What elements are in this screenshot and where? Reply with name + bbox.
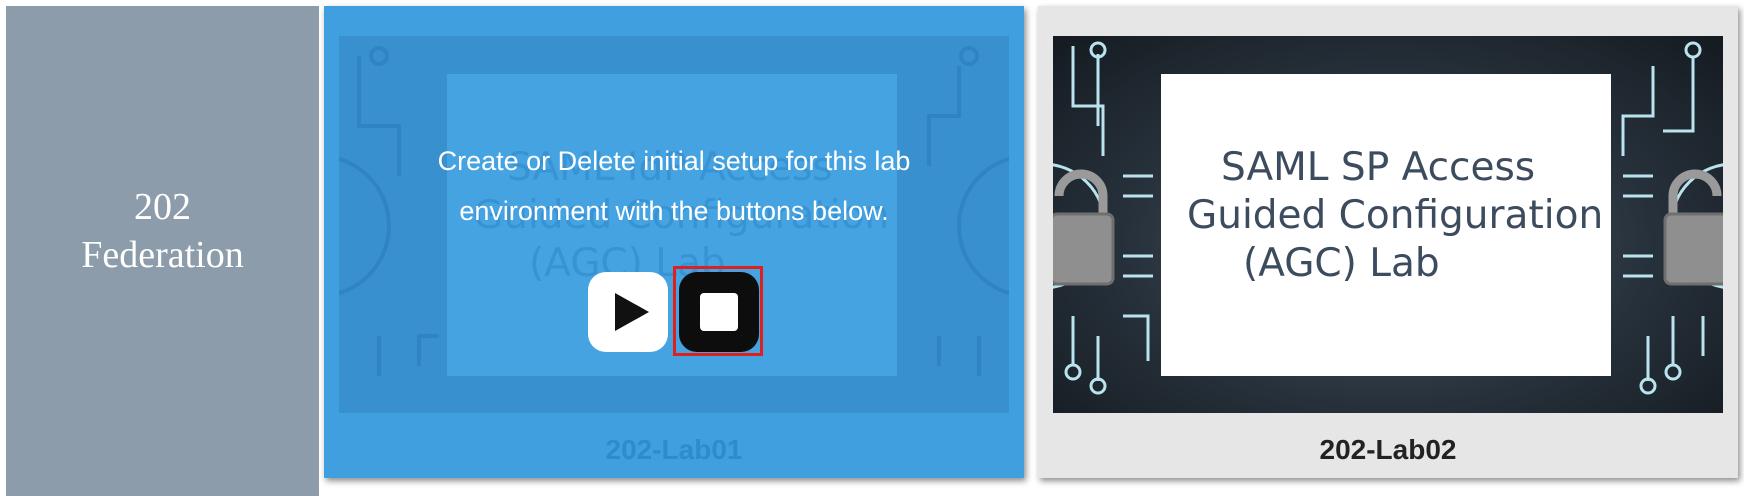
category-tile: 202 Federation — [6, 6, 319, 496]
lab-slide: SAML SP Access Guided Configuration (AGC… — [1161, 74, 1611, 376]
stop-icon — [700, 293, 738, 331]
slide-title-line3: (AGC) Lab — [1243, 241, 1440, 286]
slide-title-line2: Guided Configuration — [1187, 193, 1604, 238]
lab-card-202-lab01[interactable]: SAML IdP Access Guided Configuration (AG… — [324, 6, 1024, 478]
overlay-message-line2: environment with the buttons below. — [459, 196, 889, 226]
lab-card-202-lab02[interactable]: SAML SP Access Guided Configuration (AGC… — [1038, 6, 1738, 478]
category-number: 202 — [133, 186, 191, 228]
lab-label: 202-Lab01 — [605, 434, 743, 465]
slide-title-line1: SAML SP Access — [1221, 145, 1536, 190]
delete-setup-button[interactable] — [679, 272, 759, 352]
lab-label: 202-Lab02 — [1319, 434, 1457, 465]
slide-title-line3: (AGC) Lab — [529, 241, 726, 286]
create-setup-button[interactable] — [588, 272, 668, 352]
slide-title: SAML SP Access Guided Configuration (AGC… — [1161, 144, 1611, 288]
category-title: 202 Federation — [81, 183, 244, 279]
overlay-message-line1: Create or Delete initial setup for this … — [437, 146, 911, 176]
category-name: Federation — [81, 234, 244, 276]
lab-thumbnail: SAML SP Access Guided Configuration (AGC… — [1053, 36, 1723, 413]
play-icon — [615, 293, 649, 331]
overlay-message: Create or Delete initial setup for this … — [324, 136, 1024, 236]
